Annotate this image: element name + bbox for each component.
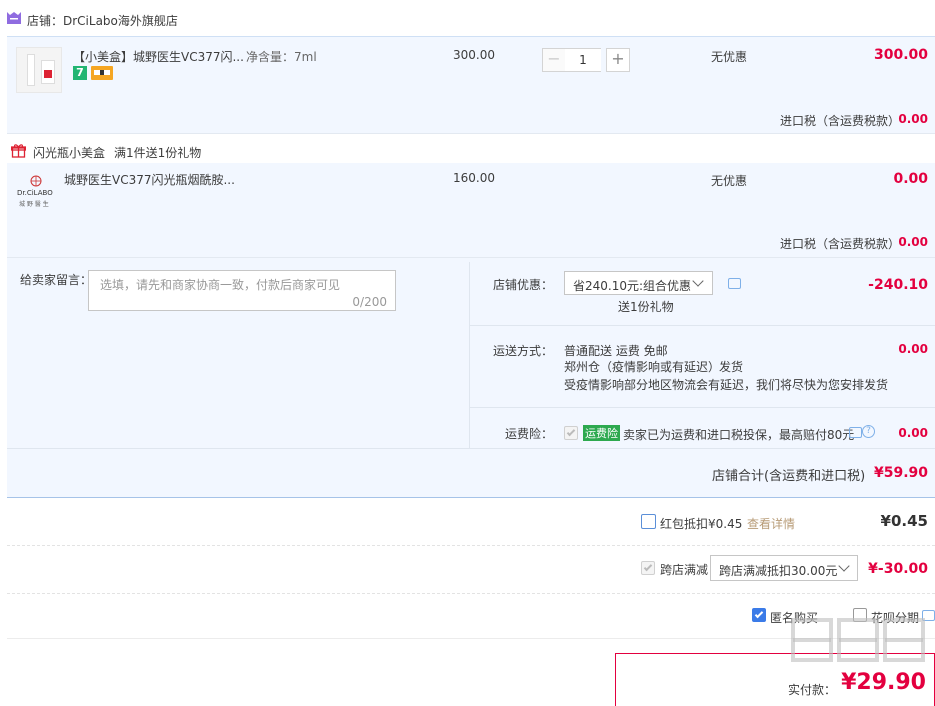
shop-discount-label: 店铺优惠：: [493, 278, 554, 292]
seller-message-label: 给卖家留言：: [20, 273, 93, 287]
cross-store-label: 跨店满减: [660, 563, 709, 577]
item-discount: 无优惠: [711, 174, 748, 188]
anonymous-checkbox[interactable]: [752, 608, 766, 622]
quantity-decrease-button[interactable]: −: [542, 48, 566, 72]
shop-header: 店铺：DrCiLabo海外旗舰店: [0, 0, 935, 36]
cross-store-select[interactable]: 跨店满减抵扣30.00元: [710, 555, 858, 581]
insurance-desc: 卖家已为运费和进口税投保，最高赔付80元: [623, 428, 855, 442]
divider: [7, 545, 935, 546]
cross-store-checkbox: [641, 561, 655, 575]
order-item-2: Dr.CiLABO 城 野 醫 生 城野医生VC377闪光瓶烟酰胺... 160…: [7, 163, 935, 257]
brand-subname: 城 野 醫 生: [19, 201, 49, 208]
red-packet-details-link[interactable]: 查看详情: [747, 515, 795, 532]
brand-name: Dr.CiLABO: [17, 189, 53, 197]
unit-price: 160.00: [453, 171, 495, 185]
divider: [469, 262, 470, 448]
chevron-down-icon: [692, 275, 704, 287]
product-spec: 净含量：7ml: [246, 50, 317, 64]
char-counter: 0/200: [352, 295, 387, 309]
quantity-increase-button[interactable]: +: [606, 48, 630, 72]
red-packet-value: ¥0.45: [880, 512, 928, 530]
shop-discount-selected: 省240.10元:组合优惠: [573, 279, 692, 293]
seven-day-return-icon: 7: [73, 66, 87, 80]
seller-message-input[interactable]: 选填，请先和商家协商一致，付款后商家可见 0/200: [88, 270, 396, 311]
card-payment-icon: [91, 66, 113, 80]
shop-total-value: ¥59.90: [873, 465, 928, 481]
import-tax-label: 进口税（含运费税款）: [780, 237, 901, 251]
divider: [7, 593, 935, 594]
gift-icon: [11, 144, 26, 158]
shop-discount-gift: 送1份礼物: [618, 300, 674, 314]
insurance-value: 0.00: [898, 426, 928, 440]
item-discount: 无优惠: [711, 50, 748, 64]
chevron-down-icon: [838, 560, 850, 572]
product-thumbnail[interactable]: [16, 47, 62, 93]
promo-label: 闪光瓶小美盒: [33, 146, 106, 160]
unit-price: 300.00: [453, 48, 495, 62]
help-icon[interactable]: ?: [862, 425, 875, 438]
order-item-1: 【小美盒】城野医生VC377闪... 净含量：7ml 7 300.00 − 1 …: [7, 36, 935, 133]
shipping-note: 发货: [719, 360, 744, 374]
shipping-warehouse: 郑州仓（疫情影响或有延迟）: [564, 360, 721, 374]
divider: [470, 407, 935, 408]
divider: [7, 133, 935, 134]
insurance-checkbox: [564, 426, 578, 440]
shipping-method: 普通配送 运费 免邮: [564, 344, 668, 358]
shop-total-label: 店铺合计(含运费和进口税): [712, 469, 866, 484]
import-tax-label: 进口税（含运费税款）: [780, 114, 901, 128]
promo-rule: 满1件送1份礼物: [114, 146, 202, 160]
product-title[interactable]: 【小美盒】城野医生VC377闪...: [73, 48, 244, 65]
import-tax-value: 0.00: [898, 112, 928, 126]
cross-store-value: ¥-30.00: [868, 561, 928, 577]
insurance-tag: 运费险: [583, 425, 620, 441]
shop-discount-select[interactable]: 省240.10元:组合优惠: [564, 271, 713, 295]
chat-icon[interactable]: [728, 278, 741, 289]
seller-message-placeholder: 选填，请先和商家协商一致，付款后商家可见: [100, 278, 341, 292]
watermark-logo: [789, 612, 929, 686]
shop-discount-value: -240.10: [868, 277, 928, 293]
shipping-label: 运送方式：: [493, 344, 554, 358]
item-subtotal: 0.00: [893, 171, 928, 187]
shop-name[interactable]: 店铺：DrCiLabo海外旗舰店: [27, 12, 178, 29]
product-title[interactable]: 城野医生VC377闪光瓶烟酰胺...: [64, 171, 235, 188]
watermark-icon: [791, 618, 925, 662]
shipping-notice: 受疫情影响部分地区物流会有延迟，我们将尽快为您安排发货: [564, 378, 889, 392]
red-packet-label: 红包抵扣¥0.45: [660, 517, 743, 531]
quantity-input[interactable]: 1: [565, 48, 601, 72]
shop-icon: [7, 12, 21, 24]
chat-icon[interactable]: [849, 427, 862, 438]
shipping-value: 0.00: [898, 342, 928, 356]
cross-store-selected: 跨店满减抵扣30.00元: [719, 564, 838, 578]
divider: [470, 325, 935, 326]
insurance-label: 运费险：: [505, 427, 554, 441]
import-tax-value: 0.00: [898, 235, 928, 249]
brand-logo[interactable]: Dr.CiLABO 城 野 醫 生: [17, 173, 57, 213]
red-packet-checkbox[interactable]: [641, 514, 656, 529]
item-subtotal: 300.00: [873, 47, 928, 63]
divider: [7, 448, 935, 449]
brand-emblem-icon: [30, 175, 42, 187]
